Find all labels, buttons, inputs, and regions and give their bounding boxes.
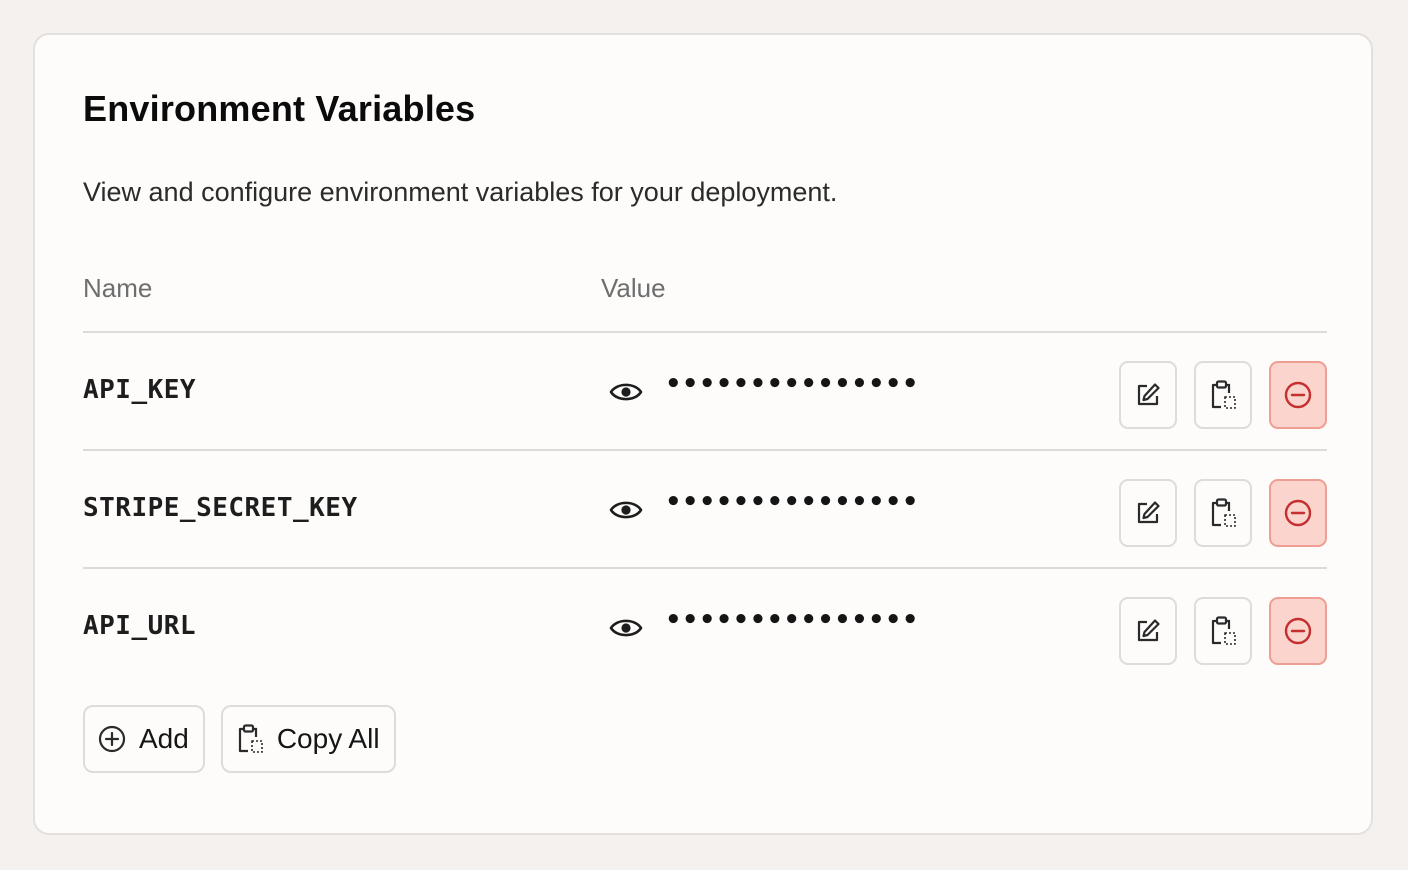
remove-button[interactable] bbox=[1269, 597, 1327, 665]
edit-button[interactable] bbox=[1119, 361, 1177, 429]
remove-icon bbox=[1283, 616, 1313, 646]
edit-button[interactable] bbox=[1119, 597, 1177, 665]
column-header-value: Value bbox=[601, 273, 666, 303]
remove-button[interactable] bbox=[1269, 479, 1327, 547]
masked-value: ••••••••••••••• bbox=[665, 605, 919, 635]
copy-button[interactable] bbox=[1194, 361, 1252, 429]
env-vars-table: Name Value API_KEY ••••••••••••••• STRIP… bbox=[83, 265, 1327, 685]
row-actions bbox=[1119, 479, 1327, 547]
table-row: STRIPE_SECRET_KEY ••••••••••••••• bbox=[83, 451, 1327, 569]
remove-icon bbox=[1283, 380, 1313, 410]
variable-name: STRIPE_SECRET_KEY bbox=[83, 493, 358, 523]
masked-value: ••••••••••••••• bbox=[665, 369, 919, 399]
add-button[interactable]: Add bbox=[83, 705, 205, 773]
table-row: API_URL ••••••••••••••• bbox=[83, 569, 1327, 685]
variable-name: API_URL bbox=[83, 611, 197, 641]
table-row: API_KEY ••••••••••••••• bbox=[83, 333, 1327, 451]
footer-actions: Add Copy All bbox=[83, 705, 396, 773]
env-vars-card: Environment Variables View and configure… bbox=[33, 33, 1373, 835]
copy-button[interactable] bbox=[1194, 479, 1252, 547]
page-title: Environment Variables bbox=[83, 88, 476, 129]
row-actions bbox=[1119, 361, 1327, 429]
clipboard-icon bbox=[1208, 379, 1238, 411]
edit-icon bbox=[1134, 381, 1162, 409]
table-header: Name Value bbox=[83, 265, 1327, 333]
page-subtitle: View and configure environment variables… bbox=[83, 177, 838, 207]
masked-value: ••••••••••••••• bbox=[665, 487, 919, 517]
eye-icon[interactable] bbox=[609, 379, 643, 405]
clipboard-icon bbox=[1208, 615, 1238, 647]
copy-button[interactable] bbox=[1194, 597, 1252, 665]
eye-icon[interactable] bbox=[609, 497, 643, 523]
row-actions bbox=[1119, 597, 1327, 665]
edit-button[interactable] bbox=[1119, 479, 1177, 547]
eye-icon[interactable] bbox=[609, 615, 643, 641]
clipboard-icon bbox=[1208, 497, 1238, 529]
clipboard-icon bbox=[235, 723, 265, 755]
add-button-label: Add bbox=[139, 723, 189, 754]
variable-name: API_KEY bbox=[83, 375, 197, 405]
edit-icon bbox=[1134, 499, 1162, 527]
plus-circle-icon bbox=[97, 724, 127, 754]
remove-icon bbox=[1283, 498, 1313, 528]
copy-all-button[interactable]: Copy All bbox=[220, 705, 396, 773]
edit-icon bbox=[1134, 617, 1162, 645]
copy-all-button-label: Copy All bbox=[276, 723, 380, 754]
column-header-name: Name bbox=[83, 273, 153, 303]
remove-button[interactable] bbox=[1269, 361, 1327, 429]
